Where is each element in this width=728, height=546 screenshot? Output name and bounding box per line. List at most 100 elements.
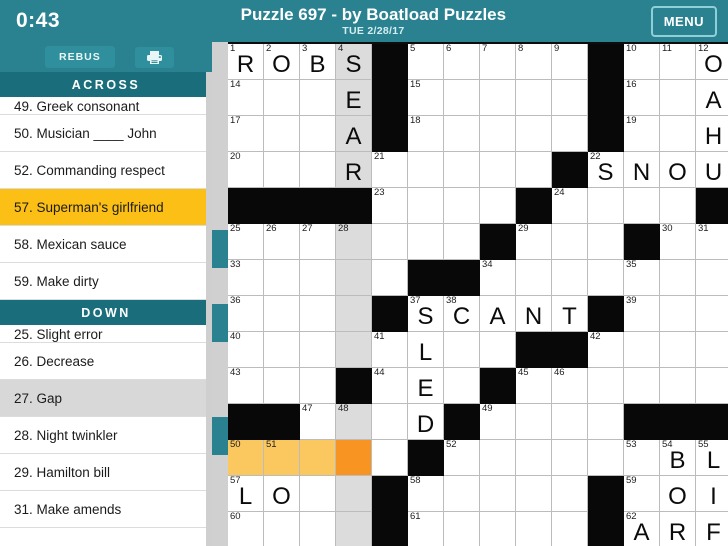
grid-cell[interactable]: 7 — [480, 44, 516, 80]
grid-cell[interactable] — [444, 224, 480, 260]
grid-cell[interactable]: 59 — [624, 476, 660, 512]
grid-cell[interactable]: 36 — [228, 296, 264, 332]
grid-cell[interactable]: L — [408, 332, 444, 368]
grid-cell[interactable] — [444, 152, 480, 188]
scrollbar-thumb[interactable] — [212, 417, 228, 455]
grid-cell[interactable] — [300, 296, 336, 332]
grid-cell[interactable] — [552, 224, 588, 260]
menu-button[interactable]: MENU — [650, 5, 717, 37]
grid-cell[interactable] — [300, 80, 336, 116]
grid-cell[interactable] — [300, 476, 336, 512]
grid-cell[interactable]: E — [408, 368, 444, 404]
grid-cell[interactable]: 16 — [624, 80, 660, 116]
grid-cell[interactable] — [480, 332, 516, 368]
grid-cell[interactable] — [264, 260, 300, 296]
grid-cell[interactable] — [372, 260, 408, 296]
grid-scrollbar[interactable] — [212, 42, 228, 546]
grid-cell[interactable]: 54 B — [660, 440, 696, 476]
grid-cell[interactable] — [552, 476, 588, 512]
grid-cell[interactable]: 48 — [336, 404, 372, 440]
grid-cell[interactable] — [660, 188, 696, 224]
grid-cell[interactable]: 43 — [228, 368, 264, 404]
grid-cell[interactable] — [264, 80, 300, 116]
grid-cell[interactable]: 42 — [588, 332, 624, 368]
grid-cell[interactable]: 60 — [228, 512, 264, 546]
grid-cell[interactable] — [660, 332, 696, 368]
grid-cell[interactable]: D — [408, 404, 444, 440]
grid-cell[interactable] — [624, 368, 660, 404]
grid-cell[interactable]: 46 — [552, 368, 588, 404]
clue-item-59[interactable]: 59. Make dirty — [0, 263, 212, 300]
grid-cell[interactable] — [444, 512, 480, 546]
grid-cell[interactable]: 26 — [264, 224, 300, 260]
grid-cell[interactable]: 34 — [480, 260, 516, 296]
grid-cell[interactable] — [552, 512, 588, 546]
rebus-button[interactable]: REBUS — [45, 46, 115, 68]
grid-cell[interactable] — [588, 260, 624, 296]
grid-cell[interactable]: 10 — [624, 44, 660, 80]
print-button[interactable] — [134, 46, 174, 68]
clue-item-58[interactable]: 58. Mexican sauce — [0, 226, 212, 263]
grid-cell[interactable] — [300, 440, 336, 476]
grid-cell[interactable]: U — [696, 152, 728, 188]
grid-cell[interactable] — [660, 368, 696, 404]
grid-cell[interactable] — [336, 440, 372, 476]
grid-cell[interactable]: 51 — [264, 440, 300, 476]
grid-cell[interactable]: 31 — [696, 224, 728, 260]
grid-cell[interactable] — [516, 116, 552, 152]
grid-cell[interactable]: 29 — [516, 224, 552, 260]
grid-cell[interactable]: 9 — [552, 44, 588, 80]
clue-item-57[interactable]: 57. Superman's girlfriend — [0, 189, 212, 226]
grid-cell[interactable]: 6 — [444, 44, 480, 80]
grid-cell[interactable]: E — [336, 80, 372, 116]
grid-cell[interactable]: 14 — [228, 80, 264, 116]
grid-cell[interactable] — [516, 260, 552, 296]
grid-cell[interactable] — [696, 368, 728, 404]
grid-cell[interactable]: 5 — [408, 44, 444, 80]
grid-cell[interactable]: 39 — [624, 296, 660, 332]
grid-cell[interactable]: F — [696, 512, 728, 546]
grid-cell[interactable] — [552, 260, 588, 296]
grid-cell[interactable] — [444, 476, 480, 512]
grid-cell[interactable] — [408, 188, 444, 224]
grid-cell[interactable] — [300, 260, 336, 296]
grid-cell[interactable] — [336, 332, 372, 368]
grid-cell[interactable] — [516, 476, 552, 512]
grid-cell[interactable] — [480, 116, 516, 152]
grid-cell[interactable] — [300, 152, 336, 188]
grid-cell[interactable]: 35 — [624, 260, 660, 296]
grid-cell[interactable] — [624, 188, 660, 224]
grid-cell[interactable]: 18 — [408, 116, 444, 152]
grid-cell[interactable]: 50 — [228, 440, 264, 476]
grid-cell[interactable] — [552, 404, 588, 440]
grid-cell[interactable]: 41 — [372, 332, 408, 368]
grid-cell[interactable] — [444, 188, 480, 224]
scrollbar-thumb[interactable] — [212, 304, 228, 342]
clue-item-49[interactable]: 49. Greek consonant — [0, 97, 212, 115]
clue-item-26[interactable]: 26. Decrease — [0, 343, 212, 380]
grid-cell[interactable] — [696, 332, 728, 368]
grid-cell[interactable] — [660, 296, 696, 332]
grid-cell[interactable]: 23 — [372, 188, 408, 224]
grid-cell[interactable] — [300, 332, 336, 368]
grid-cell[interactable]: 21 — [372, 152, 408, 188]
grid-cell[interactable] — [372, 440, 408, 476]
grid-cell[interactable]: 40 — [228, 332, 264, 368]
grid-cell[interactable] — [444, 116, 480, 152]
grid-cell[interactable] — [444, 80, 480, 116]
grid-cell[interactable]: 12 O — [696, 44, 728, 80]
grid-cell[interactable] — [516, 80, 552, 116]
grid-cell[interactable] — [588, 440, 624, 476]
grid-cell[interactable] — [372, 404, 408, 440]
grid-cell[interactable] — [372, 224, 408, 260]
grid-cell[interactable] — [696, 296, 728, 332]
grid-cell[interactable] — [264, 512, 300, 546]
grid-cell[interactable]: N — [516, 296, 552, 332]
grid-cell[interactable]: 37 S — [408, 296, 444, 332]
grid-cell[interactable]: H — [696, 116, 728, 152]
grid-cell[interactable] — [264, 332, 300, 368]
grid-cell[interactable]: 1R — [228, 44, 264, 80]
grid-cell[interactable]: O — [660, 152, 696, 188]
grid-cell[interactable]: A — [336, 116, 372, 152]
grid-cell[interactable] — [336, 476, 372, 512]
